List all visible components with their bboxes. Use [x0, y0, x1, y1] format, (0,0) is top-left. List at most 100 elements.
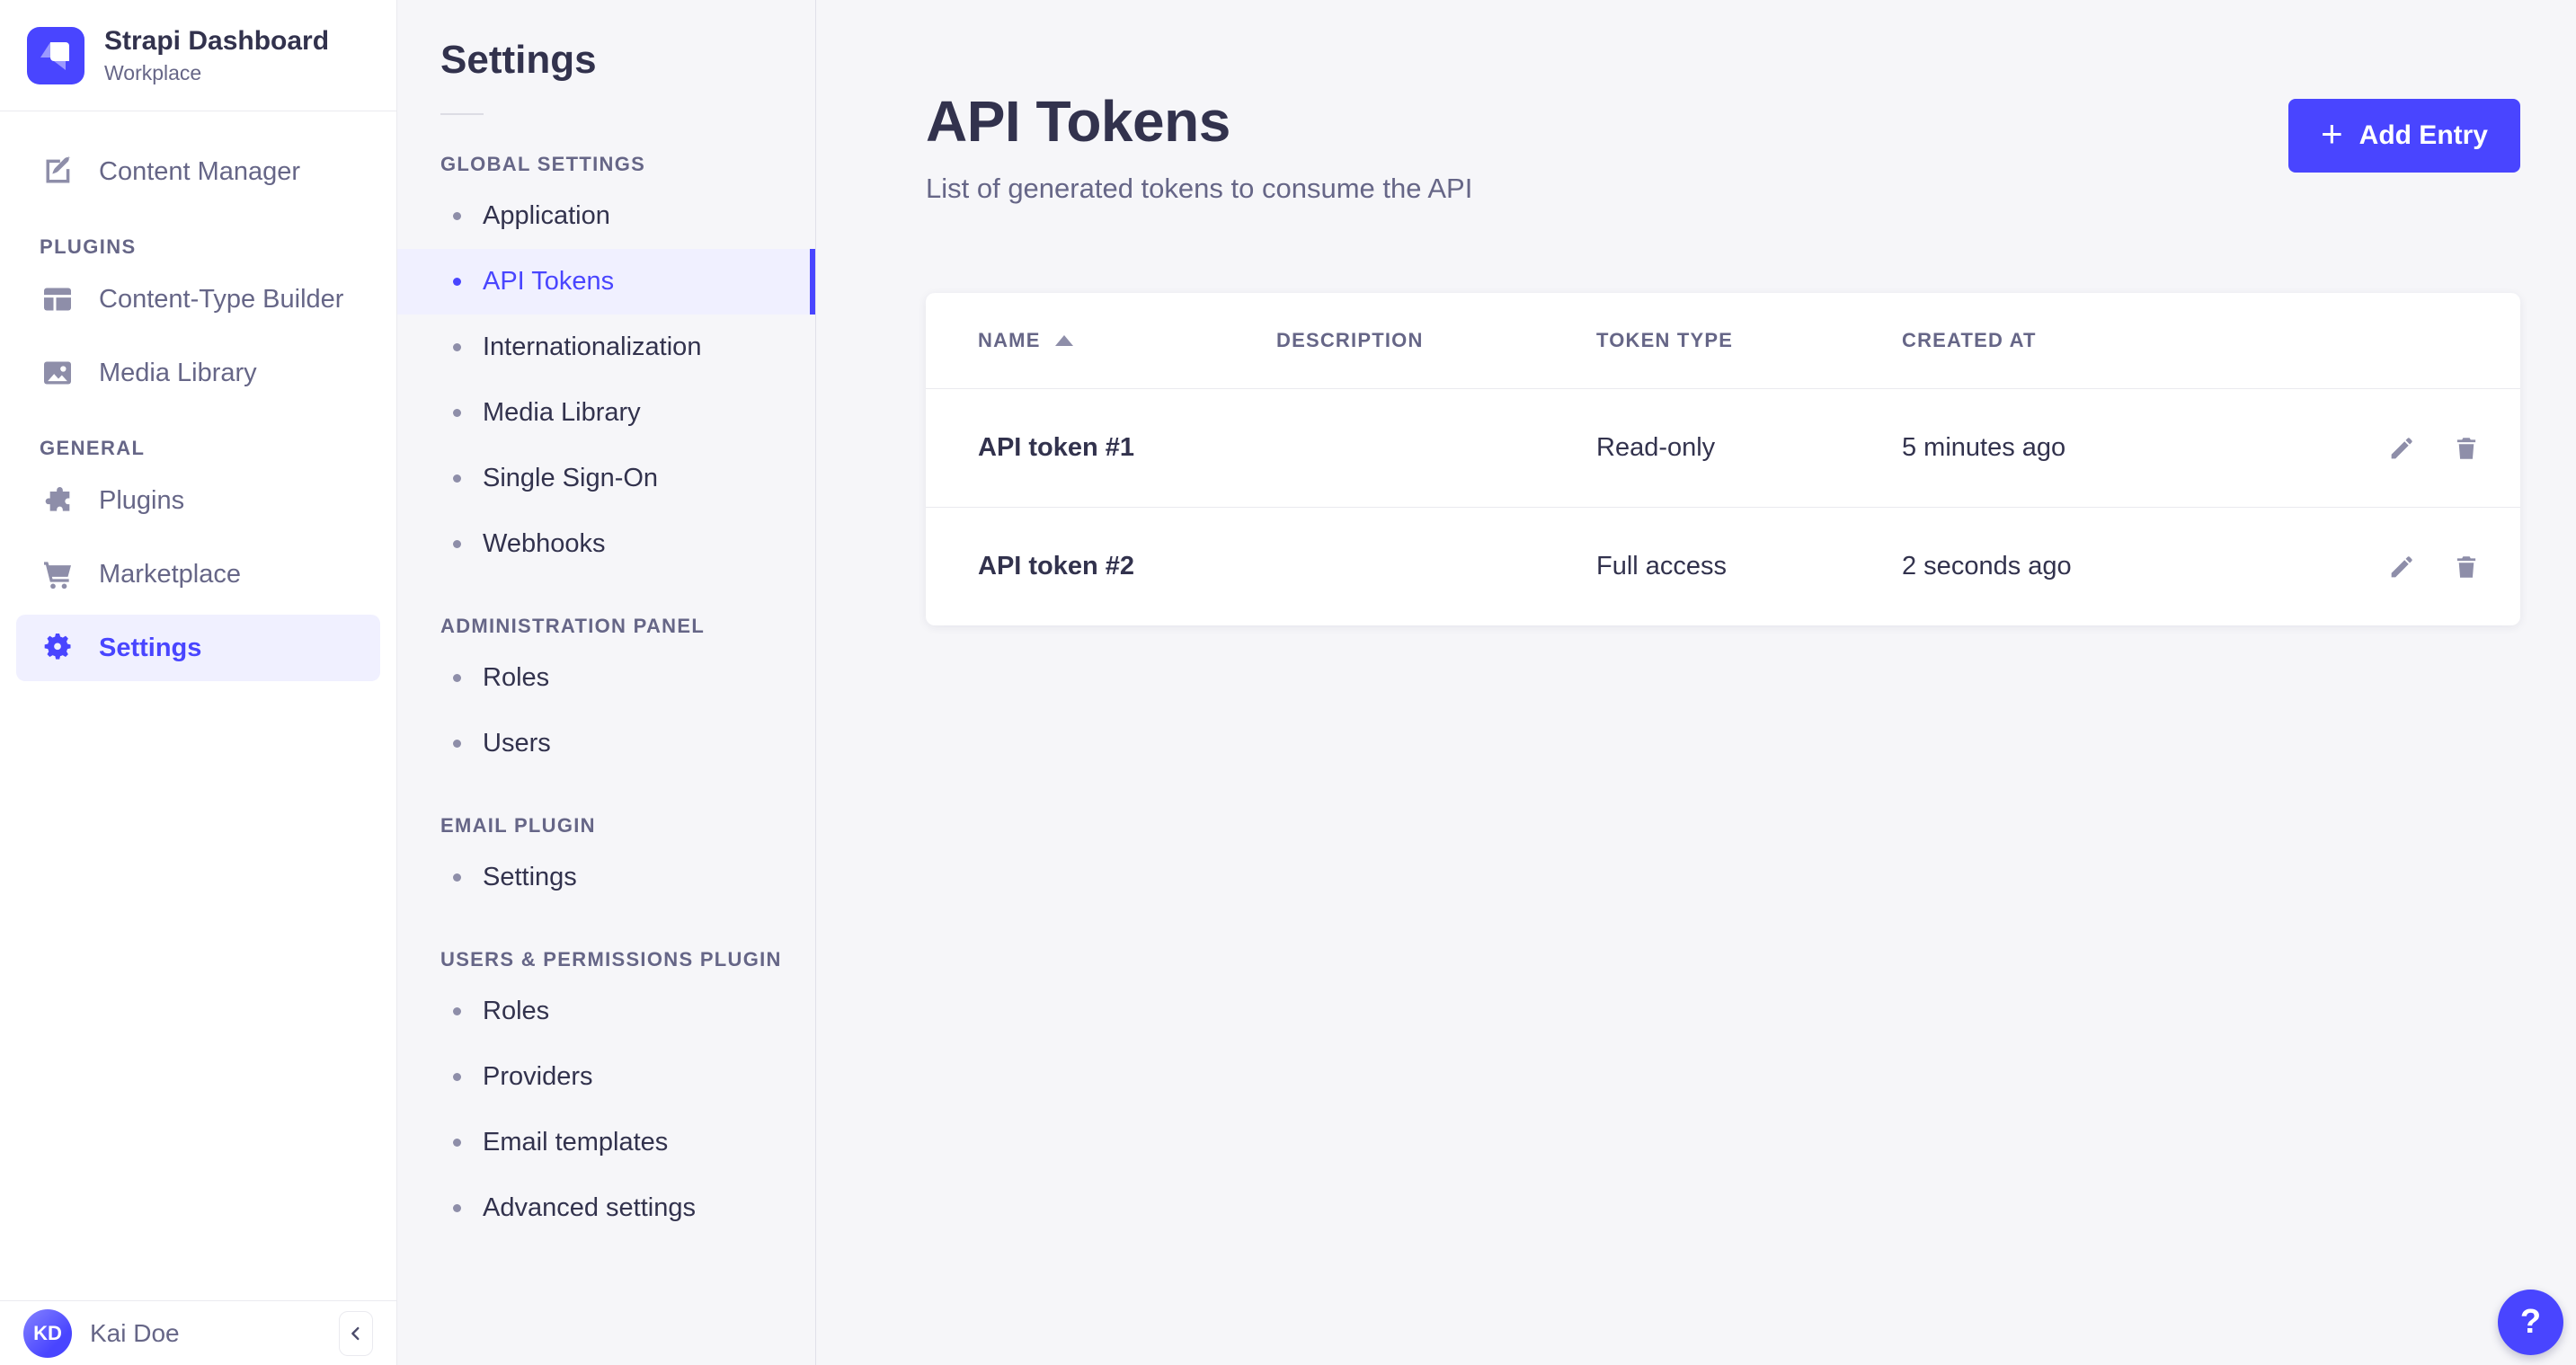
bullet-icon	[453, 278, 461, 286]
question-mark-icon: ?	[2520, 1303, 2541, 1342]
subnav-item-label: Roles	[483, 663, 549, 693]
bullet-icon	[453, 1139, 461, 1147]
sidebar-item-media-library[interactable]: Media Library	[16, 340, 380, 406]
token-created-at: 2 seconds ago	[1902, 552, 2364, 581]
tokens-table-card: NAME DESCRIPTION TOKEN TYPE CREATED AT A…	[926, 293, 2520, 625]
subnav-section-global-settings: GLOBAL SETTINGS	[440, 153, 815, 176]
subnav-item-api-tokens[interactable]: API Tokens	[397, 249, 815, 315]
bullet-icon	[453, 674, 461, 682]
user-name: Kai Doe	[90, 1319, 180, 1348]
subnav-item-label: Webhooks	[483, 529, 606, 559]
settings-subnav: Settings GLOBAL SETTINGS Application API…	[397, 0, 816, 1365]
delete-token-button[interactable]	[2452, 553, 2481, 581]
trash-icon	[2452, 434, 2481, 463]
subnav-item-media-library[interactable]: Media Library	[397, 380, 815, 446]
trash-icon	[2452, 553, 2481, 581]
bullet-icon	[453, 343, 461, 351]
subnav-item-label: Single Sign-On	[483, 464, 658, 493]
bullet-icon	[453, 1204, 461, 1212]
subnav-item-providers[interactable]: Providers	[397, 1044, 815, 1110]
add-entry-button[interactable]: + Add Entry	[2288, 99, 2520, 173]
bullet-icon	[453, 540, 461, 548]
main-content: API Tokens List of generated tokens to c…	[816, 0, 2576, 1365]
user-profile-row[interactable]: KD Kai Doe	[0, 1300, 396, 1365]
puzzle-icon	[40, 483, 76, 519]
table-header-row: NAME DESCRIPTION TOKEN TYPE CREATED AT	[926, 293, 2520, 388]
subnav-divider	[440, 113, 484, 115]
token-type: Read-only	[1596, 433, 1902, 463]
bullet-icon	[453, 1073, 461, 1081]
chevron-left-icon	[346, 1324, 366, 1343]
sidebar-item-settings[interactable]: Settings	[16, 615, 380, 681]
subnav-title: Settings	[440, 38, 815, 83]
strapi-logo-icon	[27, 27, 84, 84]
column-header-name[interactable]: NAME	[978, 329, 1276, 352]
subnav-item-label: Settings	[483, 863, 577, 892]
pen-square-icon	[40, 154, 76, 190]
subnav-item-label: API Tokens	[483, 267, 614, 297]
subnav-item-label: Application	[483, 201, 610, 231]
column-header-created-at[interactable]: CREATED AT	[1902, 329, 2364, 352]
pencil-icon	[2387, 434, 2416, 463]
subnav-item-internationalization[interactable]: Internationalization	[397, 315, 815, 380]
sidebar-item-label: Content Manager	[99, 157, 300, 187]
subnav-item-single-sign-on[interactable]: Single Sign-On	[397, 446, 815, 511]
subnav-item-label: Media Library	[483, 398, 641, 428]
subnav-section-administration-panel: ADMINISTRATION PANEL	[440, 615, 815, 638]
subnav-section-users-permissions-plugin: USERS & PERMISSIONS PLUGIN	[440, 948, 815, 971]
delete-token-button[interactable]	[2452, 434, 2481, 463]
bullet-icon	[453, 1007, 461, 1015]
workspace-title: Strapi Dashboard	[104, 25, 329, 58]
column-header-token-type[interactable]: TOKEN TYPE	[1596, 329, 1902, 352]
column-header-description[interactable]: DESCRIPTION	[1276, 329, 1596, 352]
token-name: API token #1	[978, 433, 1276, 463]
gear-icon	[40, 630, 76, 666]
workspace-subtitle: Workplace	[104, 61, 329, 85]
subnav-item-webhooks[interactable]: Webhooks	[397, 511, 815, 577]
subnav-item-up-roles[interactable]: Roles	[397, 979, 815, 1044]
bullet-icon	[453, 409, 461, 417]
image-icon	[40, 355, 76, 391]
table-row[interactable]: API token #1 Read-only 5 minutes ago	[926, 388, 2520, 507]
sidebar-item-label: Media Library	[99, 359, 257, 388]
sidebar-item-content-manager[interactable]: Content Manager	[16, 138, 380, 205]
subnav-item-label: Email templates	[483, 1128, 668, 1157]
subnav-item-email-settings[interactable]: Settings	[397, 845, 815, 910]
main-sidebar: Strapi Dashboard Workplace Content Manag…	[0, 0, 397, 1365]
add-entry-label: Add Entry	[2359, 120, 2488, 151]
collapse-sidebar-button[interactable]	[339, 1311, 373, 1356]
subnav-item-application[interactable]: Application	[397, 183, 815, 249]
sidebar-item-label: Content-Type Builder	[99, 285, 343, 315]
layout-icon	[40, 281, 76, 317]
sidebar-item-marketplace[interactable]: Marketplace	[16, 541, 380, 607]
edit-token-button[interactable]	[2387, 434, 2416, 463]
subnav-item-label: Roles	[483, 997, 549, 1026]
sidebar-item-plugins[interactable]: Plugins	[16, 467, 380, 534]
sidebar-item-label: Plugins	[99, 486, 184, 516]
subnav-item-advanced-settings[interactable]: Advanced settings	[397, 1175, 815, 1241]
token-type: Full access	[1596, 552, 1902, 581]
avatar: KD	[23, 1309, 72, 1358]
bullet-icon	[453, 474, 461, 483]
cart-icon	[40, 556, 76, 592]
subnav-item-label: Internationalization	[483, 332, 701, 362]
workspace-header[interactable]: Strapi Dashboard Workplace	[0, 0, 396, 111]
token-created-at: 5 minutes ago	[1902, 433, 2364, 463]
nav-section-plugins: PLUGINS	[40, 235, 357, 259]
sidebar-item-content-type-builder[interactable]: Content-Type Builder	[16, 266, 380, 332]
subnav-item-roles[interactable]: Roles	[397, 645, 815, 711]
sort-ascending-icon	[1055, 335, 1073, 346]
subnav-section-email-plugin: EMAIL PLUGIN	[440, 814, 815, 838]
subnav-item-label: Advanced settings	[483, 1193, 696, 1223]
subnav-item-label: Providers	[483, 1062, 593, 1092]
page-title: API Tokens	[926, 88, 1472, 155]
bullet-icon	[453, 212, 461, 220]
page-subtitle: List of generated tokens to consume the …	[926, 173, 1472, 205]
edit-token-button[interactable]	[2387, 553, 2416, 581]
table-row[interactable]: API token #2 Full access 2 seconds ago	[926, 507, 2520, 625]
help-button[interactable]: ?	[2498, 1290, 2563, 1355]
plus-icon: +	[2321, 115, 2343, 153]
subnav-item-users[interactable]: Users	[397, 711, 815, 776]
bullet-icon	[453, 740, 461, 748]
subnav-item-email-templates[interactable]: Email templates	[397, 1110, 815, 1175]
